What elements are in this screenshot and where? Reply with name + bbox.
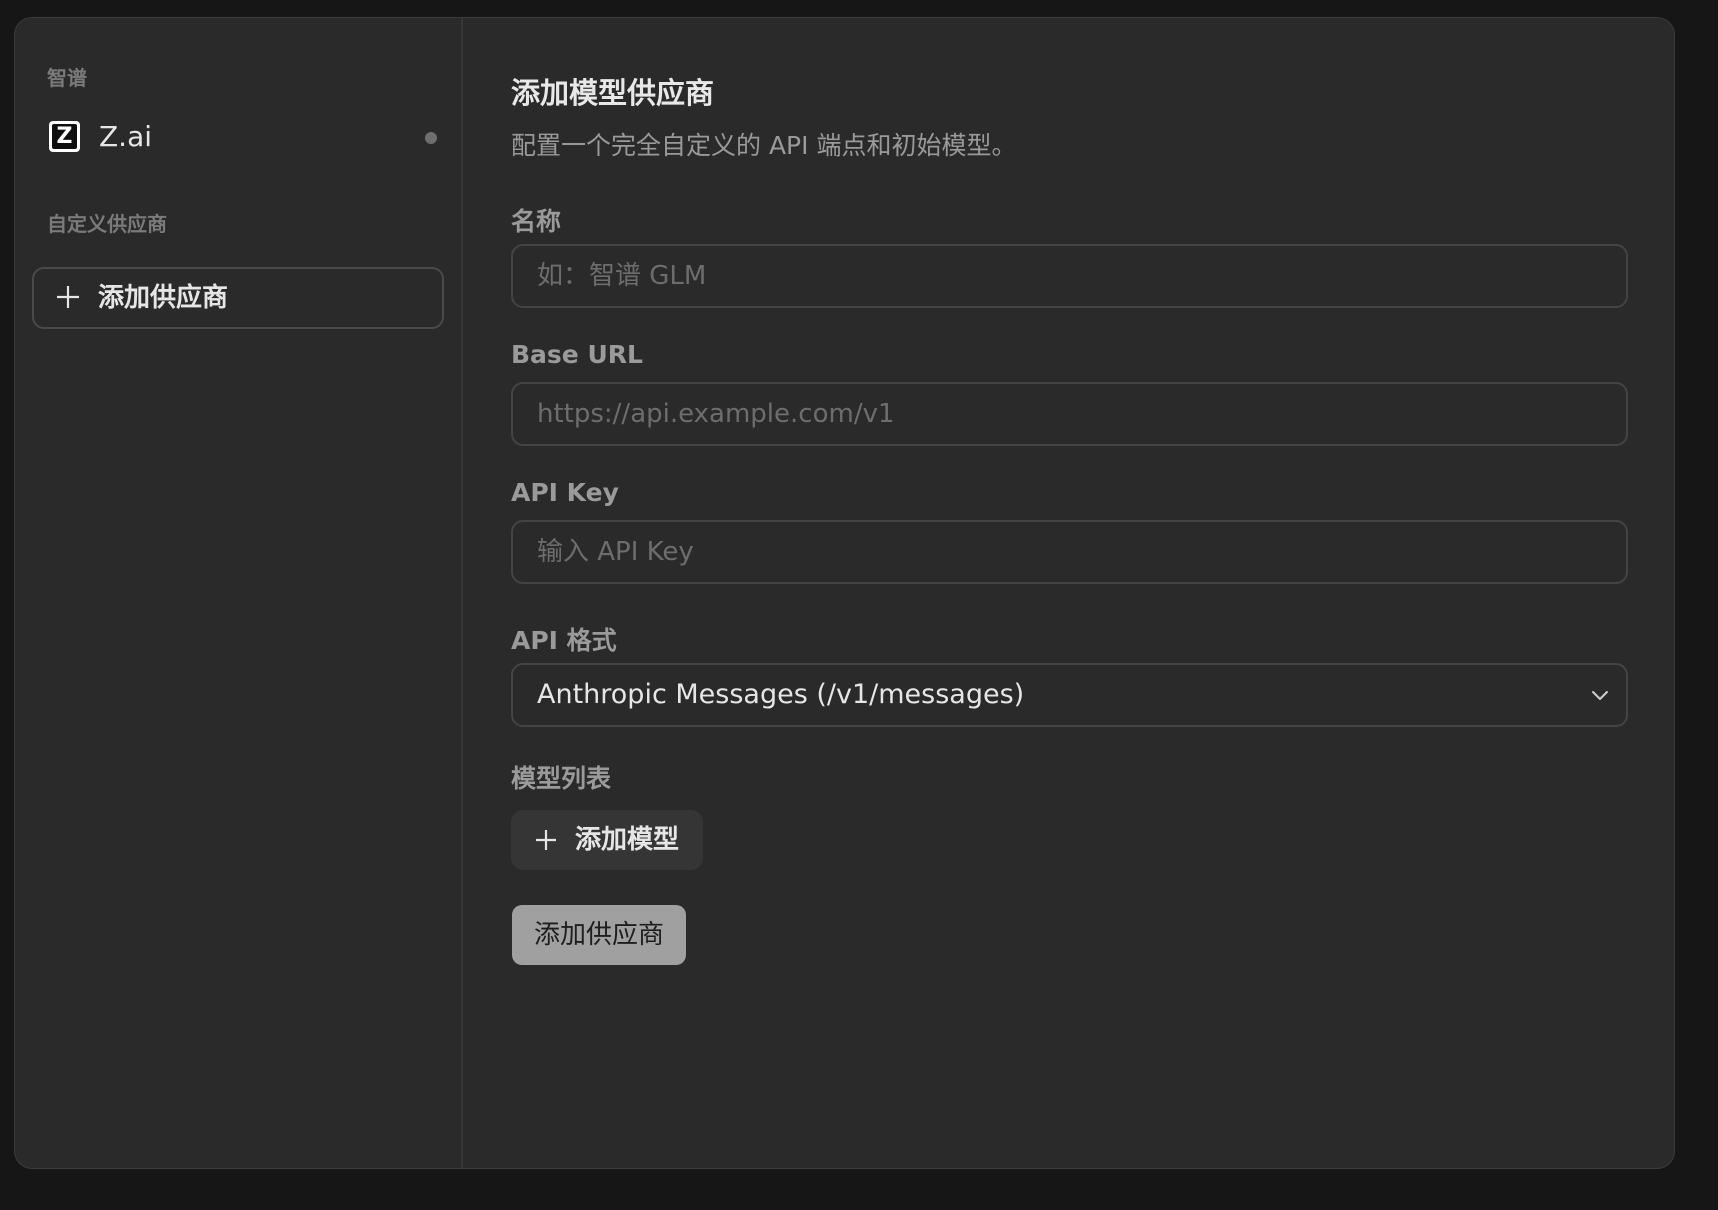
add-model-button[interactable]: 添加模型	[511, 810, 703, 870]
settings-window: 智谱 Z Z.ai 自定义供应商 添加供应商 添加模型供应商 配置一个完全自定义…	[14, 17, 1675, 1169]
chevron-down-icon	[1592, 691, 1608, 700]
api-key-input[interactable]	[511, 520, 1628, 584]
base-url-input[interactable]	[511, 382, 1628, 446]
add-provider-sidebar-button[interactable]: 添加供应商	[32, 267, 444, 329]
api-format-value: Anthropic Messages (/v1/messages)	[537, 679, 1025, 710]
section-title-zhipu: 智谱	[47, 66, 87, 90]
base-url-label: Base URL	[511, 340, 643, 369]
page-title: 添加模型供应商	[511, 76, 715, 110]
name-label: 名称	[511, 207, 562, 236]
models-label: 模型列表	[511, 764, 612, 793]
main-panel: 添加模型供应商 配置一个完全自定义的 API 端点和初始模型。 名称 Base …	[463, 18, 1674, 1168]
api-format-label: API 格式	[511, 626, 617, 655]
sidebar-item-zai[interactable]: Z Z.ai	[49, 119, 437, 155]
name-input[interactable]	[511, 244, 1628, 308]
api-format-select[interactable]: Anthropic Messages (/v1/messages)	[511, 663, 1628, 727]
provider-name: Z.ai	[99, 120, 153, 153]
plus-icon	[57, 286, 79, 308]
sidebar: 智谱 Z Z.ai 自定义供应商 添加供应商	[15, 18, 463, 1168]
page-subtitle: 配置一个完全自定义的 API 端点和初始模型。	[511, 131, 1017, 160]
add-provider-submit-button[interactable]: 添加供应商	[512, 905, 686, 965]
add-model-label: 添加模型	[575, 825, 680, 855]
section-title-custom: 自定义供应商	[47, 212, 167, 236]
zai-logo-icon: Z	[49, 121, 80, 152]
plus-icon	[536, 830, 556, 850]
status-dot	[425, 132, 437, 144]
api-key-label: API Key	[511, 478, 619, 507]
add-provider-sidebar-label: 添加供应商	[98, 283, 229, 313]
